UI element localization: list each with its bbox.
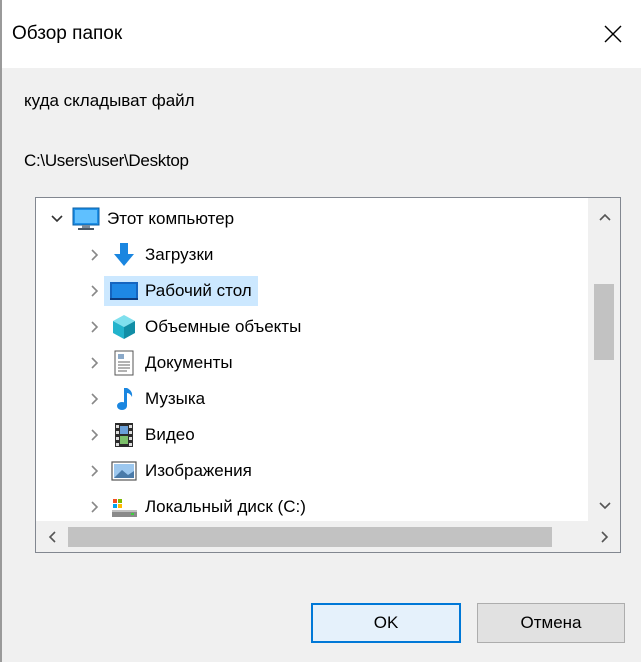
close-button[interactable] [585,8,641,60]
chevron-left-icon [48,531,56,543]
computer-icon [69,204,103,234]
tree-item-desktop[interactable]: Рабочий стол [86,274,258,308]
close-icon [604,25,622,43]
scroll-left-button[interactable] [36,521,68,552]
selected-path: C:\Users\user\Desktop [24,151,189,170]
scroll-corner [588,521,620,552]
title-bar: Обзор папок [2,0,641,68]
tree-item-music[interactable]: Музыка [86,382,211,416]
horizontal-scrollbar[interactable] [36,521,588,552]
tree-item-3d-objects[interactable]: Объемные объекты [86,310,307,344]
vertical-scroll-thumb[interactable] [594,284,614,360]
tree-item-pictures[interactable]: Изображения [86,454,258,488]
tree-item-video[interactable]: Видео [86,418,201,452]
pictures-icon [107,456,141,486]
browse-folder-dialog: Обзор папок куда складыват файл C:\Users… [0,0,641,662]
chevron-right-icon[interactable] [86,390,104,408]
chevron-right-icon[interactable] [86,318,104,336]
music-icon [107,384,141,414]
chevron-right-icon[interactable] [86,354,104,372]
scroll-down-button[interactable] [588,491,620,521]
desktop-icon [107,276,141,306]
video-icon [107,420,141,450]
tree-item-this-pc[interactable]: Этот компьютер [48,202,240,236]
chevron-right-icon[interactable] [86,426,104,444]
downloads-icon [107,240,141,270]
chevron-down-icon [598,502,611,510]
chevron-right-icon[interactable] [86,462,104,480]
tree-item-downloads[interactable]: Загрузки [86,238,219,272]
chevron-right-icon [600,531,608,543]
tree-item-documents[interactable]: Документы [86,346,239,380]
horizontal-scroll-thumb[interactable] [68,527,552,547]
chevron-right-icon[interactable] [86,282,104,300]
chevron-down-icon[interactable] [48,210,66,228]
dialog-title: Обзор папок [12,23,123,44]
scroll-up-button[interactable] [588,202,620,232]
tree-viewport: Этот компьютер Загрузки Рабочий стол Объ… [36,198,588,521]
documents-icon [107,348,141,378]
chevron-right-icon[interactable] [86,498,104,516]
folder-tree[interactable]: Этот компьютер Загрузки Рабочий стол Объ… [35,197,621,553]
chevron-up-icon [598,213,611,221]
tree-item-local-disk[interactable]: Локальный диск (C:) [86,490,312,521]
ok-button[interactable]: OK [311,603,461,643]
scroll-right-button[interactable] [588,521,620,552]
vertical-scrollbar[interactable] [588,198,620,521]
3d-objects-icon [107,312,141,342]
local-disk-icon [107,492,141,521]
instruction-text: куда складыват файл [24,91,195,110]
chevron-right-icon[interactable] [86,246,104,264]
selected-item-highlight: Рабочий стол [104,276,258,306]
tree-item-label: Этот компьютер [107,209,235,228]
cancel-button[interactable]: Отмена [477,603,625,643]
